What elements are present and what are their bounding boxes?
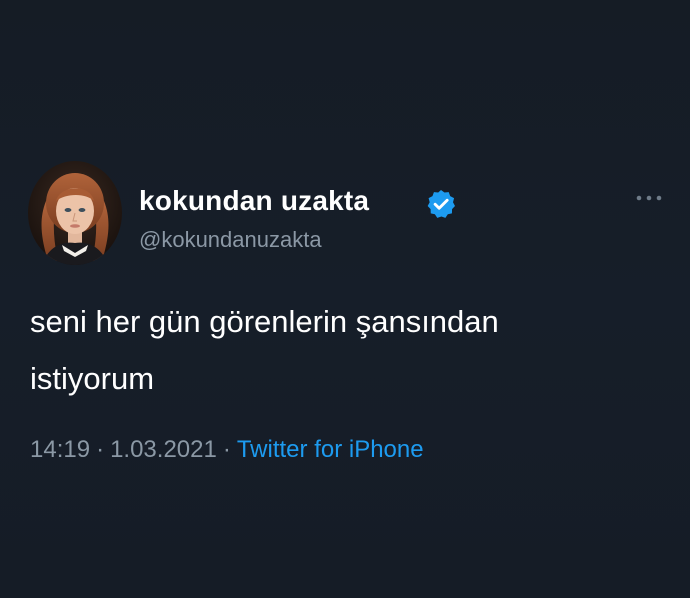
avatar[interactable]: [28, 161, 122, 265]
avatar-portrait-icon: [28, 161, 122, 265]
display-name[interactable]: kokundan uzakta: [139, 185, 369, 217]
tweet-text: seni her gün görenlerin şansından istiyo…: [30, 293, 650, 407]
tweet-meta: 14:19 · 1.03.2021 · Twitter for iPhone: [30, 436, 424, 464]
tweet-date[interactable]: 1.03.2021: [110, 436, 217, 463]
tweet-time[interactable]: 14:19: [30, 436, 90, 463]
tweet-text-line: seni her gün görenlerin şansından: [30, 304, 499, 339]
meta-separator: ·: [222, 436, 231, 463]
verified-badge-icon: [427, 190, 455, 218]
meta-separator: ·: [96, 436, 105, 463]
user-handle[interactable]: @kokundanuzakta: [139, 227, 322, 253]
more-options-icon[interactable]: [634, 188, 664, 208]
tweet-text-line: istiyorum: [30, 361, 155, 396]
tweet-card: kokundan uzakta @kokundanuzakta seni her…: [0, 0, 690, 598]
tweet-source-link[interactable]: Twitter for iPhone: [237, 436, 424, 463]
